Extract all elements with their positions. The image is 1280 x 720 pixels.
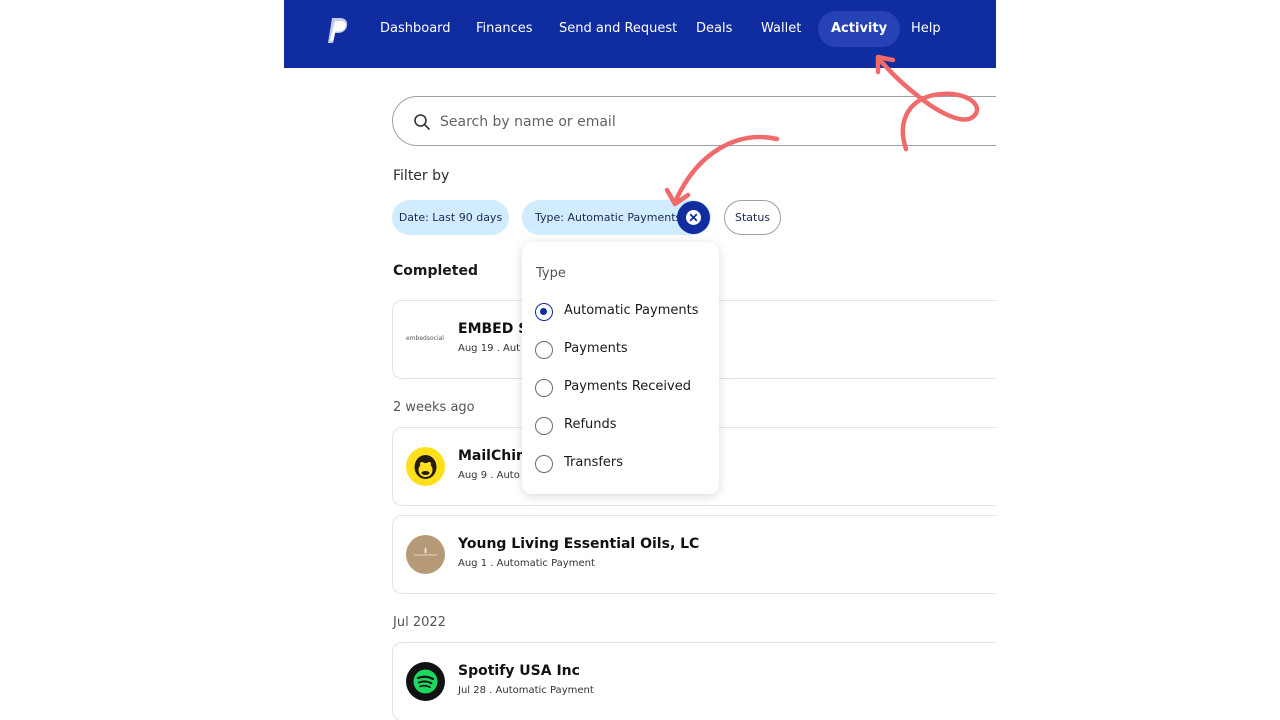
transaction-card-spotify[interactable]: Spotify USA Inc Jul 28 . Automatic Payme…: [392, 642, 996, 720]
option-label: Automatic Payments: [564, 303, 699, 318]
filter-by-label: Filter by: [393, 168, 450, 184]
transaction-meta: Aug 19 . Aut: [458, 343, 520, 354]
transaction-card-young-living[interactable]: Young Living Essential Oils, LC Aug 1 . …: [392, 515, 996, 594]
option-label: Payments: [564, 341, 628, 356]
nav-item-help[interactable]: Help: [911, 11, 941, 47]
close-circle-icon: [686, 210, 701, 225]
transaction-date: Aug 19: [458, 343, 494, 354]
mailchimp-logo-icon: [406, 447, 445, 486]
type-option-refunds[interactable]: Refunds: [535, 416, 710, 438]
completed-section-title: Completed: [393, 263, 479, 279]
option-label: Payments Received: [564, 379, 691, 394]
radio-icon[interactable]: [535, 417, 553, 435]
embedsocial-logo: embedsocial: [406, 335, 448, 347]
nav-item-activity[interactable]: Activity: [818, 11, 901, 47]
transaction-type: Automatic Payment: [496, 558, 595, 569]
nav-item-finances[interactable]: Finances: [476, 11, 533, 47]
transaction-type: Aut: [502, 343, 521, 354]
nav-item-wallet[interactable]: Wallet: [761, 11, 801, 47]
status-filter-chip[interactable]: Status: [724, 200, 781, 235]
type-option-payments-received[interactable]: Payments Received: [535, 378, 710, 400]
transaction-date: Aug 9: [458, 470, 488, 481]
transaction-date: Jul 28: [458, 685, 486, 696]
clear-type-filter-button[interactable]: [677, 201, 710, 234]
nav-item-deals[interactable]: Deals: [696, 11, 732, 47]
type-filter-dropdown: Type Automatic Payments Payments Payment…: [522, 242, 719, 494]
transaction-type: Automatic Payment: [495, 685, 594, 696]
transaction-meta: Jul 28 . Automatic Payment: [458, 685, 594, 696]
transaction-meta: Aug 9 . Auto: [458, 470, 520, 481]
radio-icon[interactable]: [535, 455, 553, 473]
search-input[interactable]: [440, 110, 840, 134]
transaction-meta: Aug 1 . Automatic Payment: [458, 558, 595, 569]
type-option-automatic-payments[interactable]: Automatic Payments: [535, 302, 710, 324]
top-nav: Dashboard Finances Send and Request Deal…: [284, 0, 996, 68]
group-label-2-weeks-ago: 2 weeks ago: [393, 400, 475, 415]
radio-icon[interactable]: [535, 379, 553, 397]
search-icon: [414, 114, 430, 130]
nav-item-send-and-request[interactable]: Send and Request: [559, 11, 677, 47]
dropdown-title: Type: [536, 266, 566, 281]
spotify-logo-icon: [406, 662, 445, 701]
transaction-name: Young Living Essential Oils, LC: [458, 536, 700, 552]
paypal-activity-window: Dashboard Finances Send and Request Deal…: [284, 0, 996, 720]
transaction-name: Spotify USA Inc: [458, 663, 580, 679]
option-label: Transfers: [564, 455, 624, 470]
search-bar[interactable]: [392, 96, 996, 146]
embedsocial-logo-text: embedsocial: [406, 335, 444, 342]
type-option-transfers[interactable]: Transfers: [535, 454, 710, 476]
transaction-date: Aug 1: [458, 558, 488, 569]
group-label-jul-2022: Jul 2022: [393, 615, 446, 630]
paypal-logo-icon[interactable]: [326, 17, 350, 45]
transaction-type: Auto: [496, 470, 520, 481]
radio-selected-icon[interactable]: [535, 303, 553, 321]
radio-icon[interactable]: [535, 341, 553, 359]
type-option-payments[interactable]: Payments: [535, 340, 710, 362]
date-filter-chip[interactable]: Date: Last 90 days: [392, 200, 509, 235]
young-living-logo-icon: [406, 535, 445, 574]
nav-item-dashboard[interactable]: Dashboard: [380, 11, 451, 47]
option-label: Refunds: [564, 417, 617, 432]
